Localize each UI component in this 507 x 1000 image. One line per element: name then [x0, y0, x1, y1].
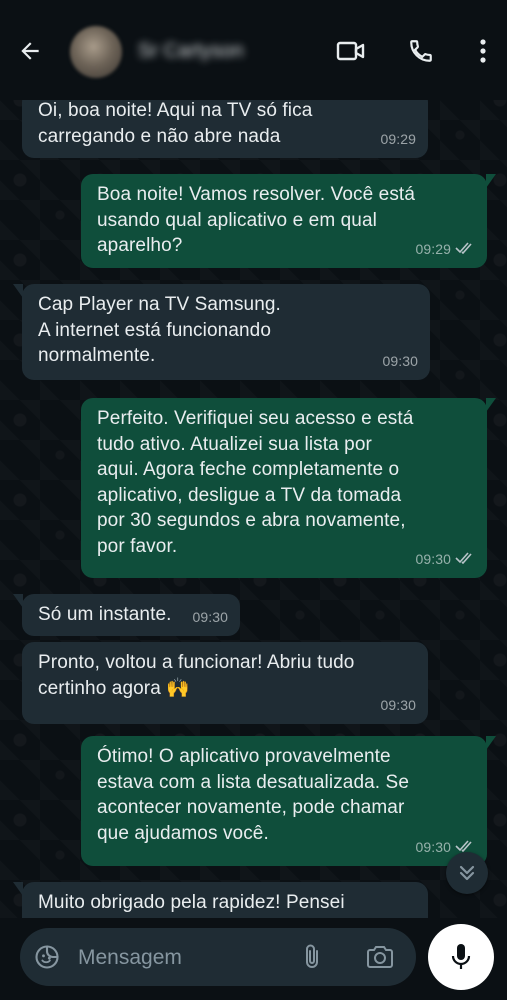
message-composer — [20, 928, 416, 986]
message-text: Perfeito. Verifiquei seu acesso e está t… — [97, 408, 414, 557]
message-time: 09:29 — [415, 240, 451, 257]
message-list[interactable]: Oi, boa noite! Aqui na TV só fica carreg… — [0, 88, 507, 920]
camera-icon[interactable] — [362, 941, 398, 973]
message-incoming[interactable]: Cap Player na TV Samsung. A internet est… — [13, 284, 430, 380]
message-meta: 09:29 — [415, 237, 475, 263]
message-input[interactable] — [78, 944, 278, 972]
message-incoming[interactable]: Pronto, voltou a funcionar! Abriu tudo c… — [22, 642, 428, 724]
message-time: 09:30 — [380, 696, 416, 713]
message-time: 09:30 — [415, 838, 451, 855]
phone-icon[interactable] — [404, 34, 438, 68]
paperclip-icon[interactable] — [296, 941, 328, 973]
message-time: 09:30 — [382, 352, 418, 369]
message-meta: 09:30 — [380, 693, 416, 719]
message-incoming[interactable]: Oi, boa noite! Aqui na TV só fica carreg… — [22, 90, 428, 158]
double-check-icon — [455, 237, 475, 263]
message-meta: 09:30 — [382, 349, 418, 375]
more-vertical-icon[interactable] — [466, 34, 500, 68]
message-text: Cap Player na TV Samsung. A internet est… — [38, 294, 281, 366]
message-outgoing[interactable]: Perfeito. Verifiquei seu acesso e está t… — [81, 398, 496, 578]
message-meta: 09:30 — [415, 547, 475, 573]
contact-name[interactable]: Sr Cartyson — [138, 40, 244, 63]
message-outgoing[interactable]: Ótimo! O aplicativo provavelmente estava… — [81, 736, 496, 866]
message-outgoing[interactable]: Boa noite! Vamos resolver. Você está usa… — [81, 174, 496, 268]
message-time: 09:30 — [192, 608, 228, 625]
arrow-left-icon[interactable] — [14, 35, 46, 67]
message-text: Oi, boa noite! Aqui na TV só fica carreg… — [38, 100, 313, 147]
sticker-emoji-icon[interactable] — [32, 942, 62, 972]
video-camera-icon[interactable] — [334, 34, 368, 68]
chat-header: Sr Cartyson — [0, 0, 507, 100]
message-text: Ótimo! O aplicativo provavelmente estava… — [97, 746, 409, 844]
message-meta: 09:30 — [192, 605, 228, 631]
message-time: 09:30 — [415, 550, 451, 567]
message-incoming[interactable]: Muito obrigado pela rapidez! Pensei — [13, 882, 428, 920]
avatar[interactable] — [70, 26, 122, 78]
message-incoming[interactable]: Só um instante. 09:30 — [13, 594, 240, 636]
double-check-icon — [455, 547, 475, 573]
message-meta: 09:29 — [380, 127, 416, 153]
double-chevron-down-icon[interactable] — [446, 852, 488, 894]
message-text: Muito obrigado pela rapidez! Pensei — [38, 892, 345, 913]
microphone-icon[interactable] — [428, 924, 494, 990]
message-time: 09:29 — [380, 130, 416, 147]
message-text: Pronto, voltou a funcionar! Abriu tudo c… — [38, 652, 355, 699]
